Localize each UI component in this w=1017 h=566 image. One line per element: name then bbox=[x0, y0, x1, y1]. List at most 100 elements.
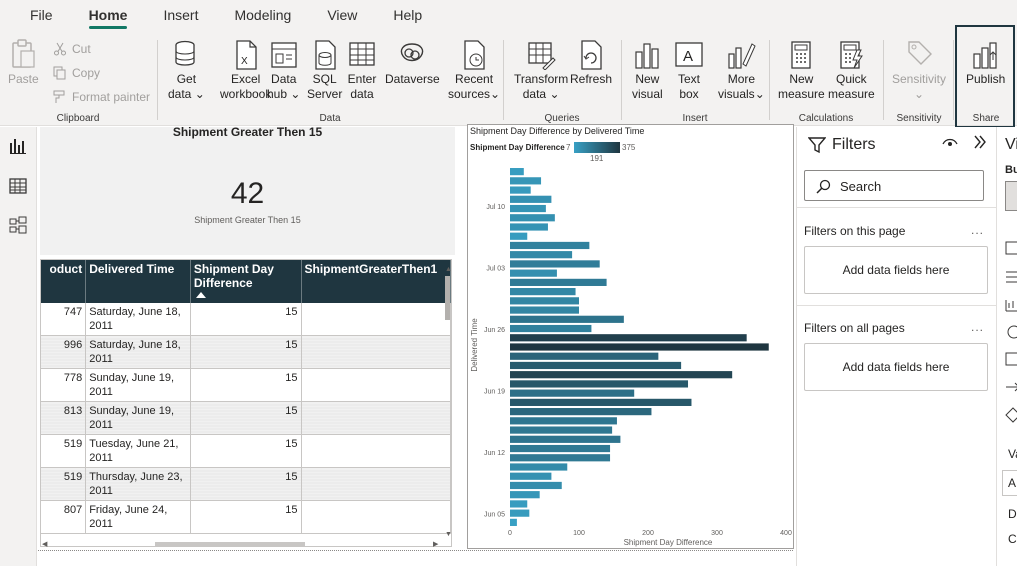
data-hub-button[interactable]: Data hub ⌄ bbox=[267, 38, 300, 102]
more-options-icon[interactable]: ... bbox=[971, 320, 984, 334]
divider bbox=[797, 207, 996, 208]
page-filter-drop-zone[interactable]: Add data fields here bbox=[804, 246, 988, 294]
new-visual-button[interactable]: New visual bbox=[632, 38, 663, 102]
viz-icon-card[interactable] bbox=[1005, 351, 1017, 372]
filters-on-all-pages-label: Filters on all pages bbox=[804, 321, 905, 335]
scroll-right-icon[interactable]: ▶ bbox=[433, 540, 438, 548]
text-box-button[interactable]: A Text box bbox=[674, 38, 704, 102]
quick-measure-icon bbox=[836, 38, 866, 72]
copy-button[interactable]: Copy bbox=[52, 65, 100, 81]
paste-icon bbox=[8, 38, 38, 72]
tab-home[interactable]: Home bbox=[77, 7, 140, 32]
y-tick-label: Jun 05 bbox=[484, 512, 505, 519]
build-visual-tab[interactable] bbox=[1005, 181, 1017, 211]
chart-bar bbox=[510, 168, 524, 176]
dataverse-button[interactable]: Dataverse bbox=[385, 38, 440, 87]
chart-bar bbox=[510, 204, 546, 213]
paste-button[interactable]: Paste bbox=[8, 38, 39, 87]
diff-cell: 15 bbox=[190, 335, 302, 369]
queries-group-label: Queries bbox=[544, 113, 580, 124]
viz-icon-column[interactable] bbox=[1005, 240, 1017, 261]
model-view-icon[interactable] bbox=[9, 216, 27, 234]
publish-highlight-box bbox=[955, 25, 1015, 128]
table-horizontal-scrollbar[interactable] bbox=[155, 542, 305, 547]
chart-bar bbox=[510, 186, 531, 194]
column-header-delivered-time[interactable]: Delivered Time bbox=[85, 260, 191, 303]
all-pages-filter-drop-zone[interactable]: Add data fields here bbox=[804, 343, 988, 391]
transform-data-button[interactable]: Transform data ⌄ bbox=[514, 38, 568, 102]
cross-report-label: C bbox=[1008, 532, 1017, 546]
viz-icon-globe[interactable] bbox=[1005, 324, 1017, 345]
refresh-button[interactable]: Refresh bbox=[570, 38, 612, 87]
card-value: 42 bbox=[230, 177, 265, 210]
viz-icon-line[interactable] bbox=[1005, 297, 1017, 318]
values-field-well[interactable]: A bbox=[1002, 470, 1017, 496]
clipboard-group-label: Clipboard bbox=[56, 113, 100, 124]
card-subtitle: Shipment Greater Then 15 bbox=[194, 215, 301, 225]
enter-data-button[interactable]: Enter data bbox=[347, 38, 377, 102]
data-hub-label-1: Data bbox=[271, 72, 297, 86]
insert-group: New visual A Text box More visuals⌄ Inse… bbox=[624, 36, 766, 124]
eye-icon[interactable] bbox=[942, 136, 958, 155]
chart-bar bbox=[510, 361, 682, 370]
table-header-row: oduct Delivered Time Shipment Day Differ… bbox=[41, 260, 451, 303]
new-measure-button[interactable]: New measure bbox=[778, 38, 825, 102]
greater-cell bbox=[301, 467, 451, 501]
delivered-time-cell: Saturday, June 18, 2011 bbox=[85, 303, 191, 336]
tab-help[interactable]: Help bbox=[381, 7, 434, 32]
viz-icon-arrow[interactable] bbox=[1005, 379, 1017, 400]
tab-view[interactable]: View bbox=[315, 7, 369, 32]
cut-button[interactable]: Cut bbox=[52, 41, 91, 57]
table-view-icon[interactable] bbox=[9, 177, 27, 195]
get-data-button[interactable]: Get data ⌄ bbox=[168, 38, 205, 102]
filters-search-input[interactable]: Search bbox=[804, 170, 984, 201]
column-header-shipment-day-difference[interactable]: Shipment Day Difference bbox=[190, 260, 302, 303]
viz-icon-table[interactable] bbox=[1005, 270, 1017, 291]
dataverse-icon bbox=[397, 38, 427, 72]
format-painter-button[interactable]: Format painter bbox=[52, 89, 150, 105]
scroll-down-icon[interactable]: ▼ bbox=[445, 531, 452, 538]
sql-server-button[interactable]: SQL Server bbox=[307, 38, 342, 102]
x-tick-label: 300 bbox=[711, 530, 723, 537]
viz-icon-diamond[interactable] bbox=[1005, 407, 1017, 428]
scroll-left-icon[interactable]: ◀ bbox=[42, 540, 47, 548]
drop-zone-text: Add data fields here bbox=[842, 360, 950, 374]
more-visuals-button[interactable]: More visuals⌄ bbox=[718, 38, 765, 102]
sensitivity-button[interactable]: Sensitivity ⌄ bbox=[892, 38, 946, 102]
report-view-icon[interactable] bbox=[9, 137, 27, 155]
greater-cell bbox=[301, 368, 451, 402]
text-box-icon: A bbox=[674, 38, 704, 72]
table-row: 778 Sunday, June 19, 2011 15 bbox=[41, 368, 451, 402]
calculations-group-label: Calculations bbox=[798, 113, 854, 124]
group-divider bbox=[157, 40, 158, 120]
table-visual[interactable]: oduct Delivered Time Shipment Day Differ… bbox=[40, 259, 452, 547]
delivered-time-cell: Sunday, June 19, 2011 bbox=[85, 401, 191, 435]
table-vertical-scrollbar[interactable] bbox=[445, 276, 450, 320]
tab-insert[interactable]: Insert bbox=[151, 7, 210, 32]
filters-pane: Filters Search Filters on this page ... … bbox=[796, 127, 996, 566]
card-visual[interactable]: Shipment Greater Then 15 42 Shipment Gre… bbox=[40, 125, 455, 255]
bar-chart-visual[interactable]: Shipment Day Difference by Delivered Tim… bbox=[467, 124, 794, 549]
group-divider bbox=[621, 40, 622, 120]
chart-bar bbox=[510, 481, 562, 490]
excel-workbook-button[interactable]: X Excel workbook bbox=[220, 38, 271, 102]
chart-bar bbox=[510, 334, 747, 342]
tab-modeling[interactable]: Modeling bbox=[222, 7, 303, 32]
scroll-up-icon[interactable]: ▲ bbox=[445, 266, 452, 273]
chart-bar bbox=[510, 306, 579, 314]
quick-measure-button[interactable]: Quick measure bbox=[828, 38, 875, 102]
product-cell: 813 bbox=[41, 401, 87, 435]
diff-cell: 15 bbox=[190, 303, 302, 336]
text-box-label-2: box bbox=[679, 87, 699, 101]
column-header-shipment-greater[interactable]: ShipmentGreaterThen1 bbox=[301, 260, 451, 303]
more-options-icon[interactable]: ... bbox=[971, 223, 984, 237]
collapse-pane-icon[interactable] bbox=[973, 134, 987, 155]
column-header-product[interactable]: oduct bbox=[41, 260, 87, 303]
y-tick-label: Jul 10 bbox=[486, 204, 505, 211]
chart-bar bbox=[510, 214, 555, 222]
x-tick-label: 200 bbox=[642, 530, 654, 537]
card-title: Shipment Greater Then 15 bbox=[172, 125, 323, 139]
recent-sources-button[interactable]: Recent sources⌄ bbox=[448, 38, 500, 102]
more-visuals-label-2: visuals⌄ bbox=[718, 87, 765, 101]
tab-file[interactable]: File bbox=[18, 7, 65, 32]
